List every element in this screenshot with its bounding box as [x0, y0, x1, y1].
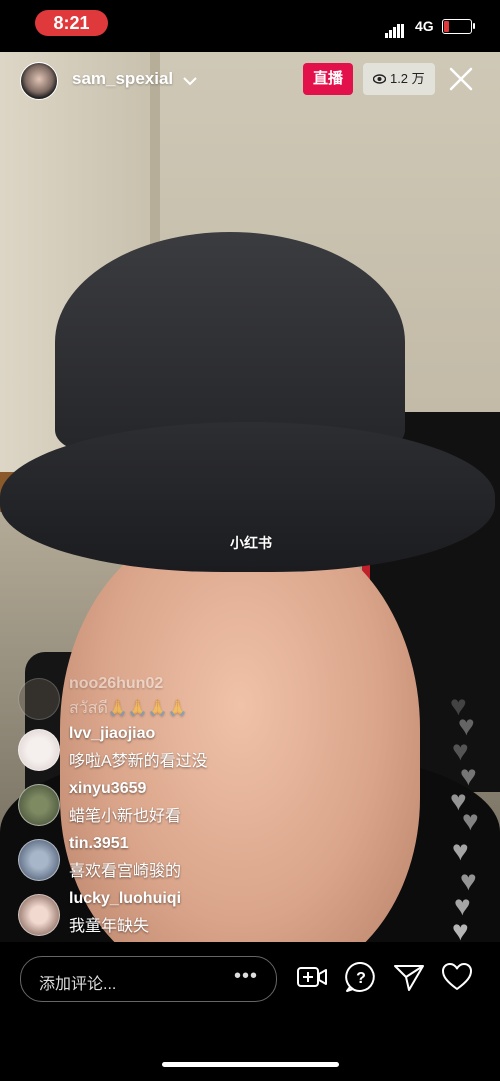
comment-text: สวัสดี🙏🙏🙏🙏: [69, 700, 188, 717]
comment-item: tin.3951 喜欢看宫崎骏的: [18, 835, 398, 890]
commenter-name[interactable]: xinyu3659: [69, 780, 146, 798]
commenter-avatar[interactable]: [18, 678, 60, 720]
question-icon[interactable]: ?: [344, 960, 378, 994]
battery-cap: [473, 23, 475, 29]
comment-list: noo26hun02 สวัสดี🙏🙏🙏🙏 lvv_jiaojiao 哆啦A梦新…: [18, 670, 398, 945]
commenter-avatar[interactable]: [18, 839, 60, 881]
comment-item: noo26hun02 สวัสดี🙏🙏🙏🙏: [18, 670, 398, 725]
heart-icon: ♥: [462, 805, 479, 836]
signal-icon: [385, 20, 405, 38]
status-bar: 8:21 4G: [0, 0, 500, 52]
comment-item: lucky_luohuiqi 我童年缺失: [18, 890, 398, 945]
bottom-bar: 添加评论... ••• ?: [0, 942, 500, 1081]
commenter-name[interactable]: lvv_jiaojiao: [69, 725, 155, 743]
send-icon[interactable]: [392, 960, 426, 994]
bucket-hat: [0, 232, 500, 612]
chevron-down-icon[interactable]: [182, 73, 198, 89]
heart-icon[interactable]: [440, 960, 474, 994]
close-icon[interactable]: [446, 64, 476, 94]
comment-text: 蜡笔小新也好看: [69, 808, 182, 825]
live-header: sam_spexial 直播 1.2 万: [0, 52, 500, 112]
comment-placeholder: 添加评论...: [39, 976, 117, 993]
viewer-count-badge[interactable]: 1.2 万: [363, 63, 435, 95]
more-options-button[interactable]: •••: [234, 965, 258, 988]
host-username[interactable]: sam_spexial: [72, 69, 173, 89]
live-badge[interactable]: 直播: [303, 63, 353, 95]
home-indicator[interactable]: [162, 1062, 339, 1067]
host-avatar[interactable]: [20, 62, 58, 100]
commenter-name[interactable]: noo26hun02: [69, 675, 163, 693]
viewer-count: 1.2 万: [389, 71, 425, 86]
commenter-avatar[interactable]: [18, 894, 60, 936]
status-time: 8:21: [35, 10, 108, 36]
floating-hearts: ♥ ♥ ♥ ♥ ♥ ♥ ♥ ♥ ♥ ♥: [448, 690, 493, 950]
battery-icon: [442, 19, 472, 34]
commenter-name[interactable]: tin.3951: [69, 835, 129, 853]
comment-text: 哆啦A梦新的看过没: [69, 753, 208, 770]
comment-item: xinyu3659 蜡笔小新也好看: [18, 780, 398, 835]
heart-icon: ♥: [452, 835, 469, 866]
commenter-avatar[interactable]: [18, 784, 60, 826]
eye-icon: [373, 74, 387, 84]
comment-text: 我童年缺失: [69, 918, 150, 935]
commenter-name[interactable]: lucky_luohuiqi: [69, 890, 181, 908]
svg-text:?: ?: [356, 970, 366, 987]
comment-input[interactable]: 添加评论... •••: [20, 956, 277, 1002]
comment-text: 喜欢看宫崎骏的: [69, 863, 182, 880]
comment-item: lvv_jiaojiao 哆啦A梦新的看过没: [18, 725, 398, 780]
watermark-text: 小红书: [230, 535, 272, 551]
commenter-avatar[interactable]: [18, 729, 60, 771]
add-video-icon[interactable]: [295, 960, 329, 994]
network-label: 4G: [415, 18, 434, 34]
